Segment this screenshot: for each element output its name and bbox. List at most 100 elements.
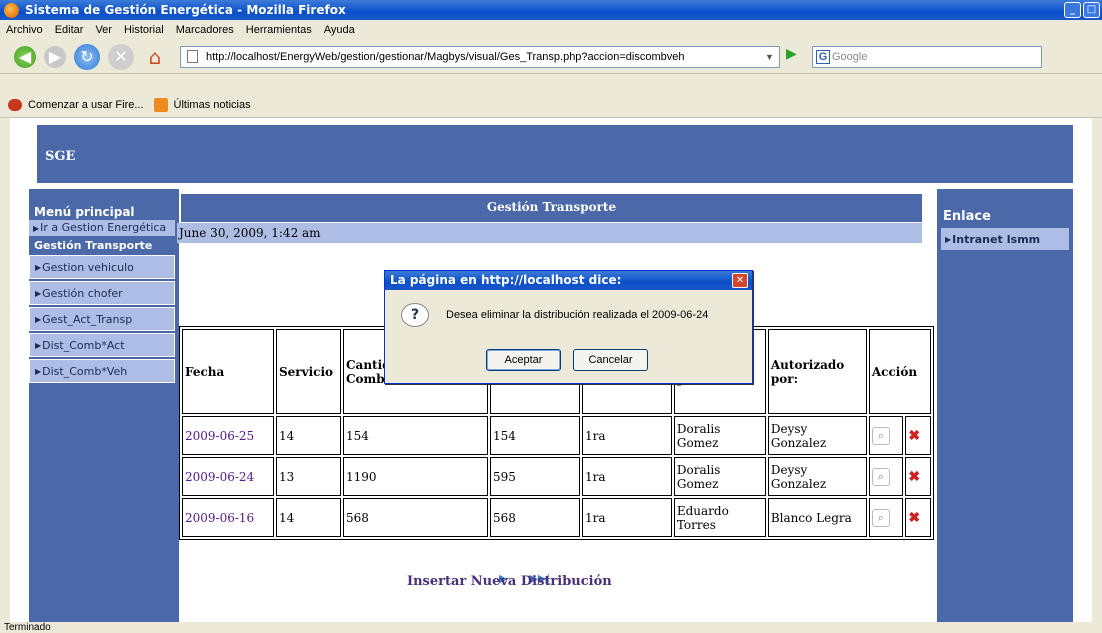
main-menu-heading: Menú principal	[34, 205, 135, 219]
magnifier-icon[interactable]: ⌕	[871, 508, 890, 527]
menu-ver[interactable]: Ver	[95, 24, 112, 36]
cell-delete: ✖	[905, 416, 931, 455]
home-button[interactable]: ⌂	[142, 44, 168, 70]
question-icon: ?	[401, 303, 429, 327]
cell-distribuido: Doralis Gomez	[673, 416, 766, 455]
bookmark-getting-started[interactable]: Comenzar a usar Fire...	[28, 99, 144, 111]
transport-section-heading: Gestión Transporte	[34, 239, 153, 252]
left-sidebar: Menú principal ▶Ir a Gestion Energética …	[29, 189, 179, 622]
cell-view: ⌕	[868, 498, 904, 537]
cell-fecha: 2009-06-25	[182, 416, 274, 455]
sidebar-item-gest-act-transp[interactable]: ▶ Gest_Act_Transp	[29, 307, 175, 331]
col-autorizado: Autorizado por:	[767, 329, 867, 414]
cell-autorizado: Deysy Gonzalez	[767, 457, 867, 496]
page-icon	[187, 50, 198, 63]
cell-hidden: 595	[490, 457, 580, 496]
menu-ayuda[interactable]: Ayuda	[324, 24, 355, 36]
firefox-bookmark-icon	[8, 98, 22, 111]
window-titlebar: Sistema de Gestión Energética - Mozilla …	[0, 0, 1102, 20]
cell-servicio: 13	[276, 457, 341, 496]
address-bar[interactable]: http://localhost/EnergyWeb/gestion/gesti…	[180, 45, 780, 68]
col-fecha: Fecha	[182, 329, 274, 414]
forward-button[interactable]: ▶	[44, 45, 66, 68]
search-input[interactable]: G Google	[812, 45, 1042, 68]
delete-icon[interactable]: ✖	[908, 510, 920, 526]
menu-herramientas[interactable]: Herramientas	[246, 24, 312, 36]
triangle-icon: ▶	[945, 234, 952, 244]
cell-hidden: 154	[490, 416, 580, 455]
delete-icon[interactable]: ✖	[908, 428, 920, 444]
link-energy-management[interactable]: ▶Ir a Gestion Energética	[29, 220, 175, 236]
cell-view: ⌕	[868, 416, 904, 455]
bookmark-latest-news[interactable]: Últimas noticias	[174, 99, 251, 111]
bookmarks-toolbar: Comenzar a usar Fire... Últimas noticias	[0, 92, 1102, 118]
cancel-button[interactable]: Cancelar	[573, 349, 648, 371]
sidebar-item-dist-comb-act[interactable]: ▶ Dist_Comb*Act	[29, 333, 175, 357]
cell-cantidad: 154	[343, 416, 488, 455]
right-sidebar: Enlace ▶ Intranet Ismm	[937, 189, 1073, 622]
maximize-button[interactable]: □	[1083, 2, 1100, 18]
cell-delete: ✖	[905, 457, 931, 496]
dialog-title: La página en http://localhost dice:	[390, 273, 622, 287]
cell-autorizado: Deysy Gonzalez	[767, 416, 867, 455]
link-intranet-ismm[interactable]: ▶ Intranet Ismm	[941, 228, 1069, 250]
cell-cantidad: 1190	[343, 457, 488, 496]
magnifier-icon[interactable]: ⌕	[871, 426, 890, 445]
cell-distribucion: 1ra	[582, 457, 672, 496]
cell-hidden: 568	[490, 498, 580, 537]
url-text[interactable]: http://localhost/EnergyWeb/gestion/gesti…	[206, 51, 765, 63]
magnifier-icon[interactable]: ⌕	[871, 467, 890, 486]
page-title: Gestión Transporte	[181, 194, 922, 222]
triangle-icon: ▶	[35, 366, 42, 376]
back-button[interactable]: ◀	[14, 45, 36, 68]
current-date: June 30, 2009, 1:42 am	[177, 223, 922, 243]
stop-button[interactable]: ✕	[108, 43, 134, 70]
table-row: 2009-06-25 14 154 154 1ra Doralis Gomez …	[182, 416, 931, 455]
links-heading: Enlace	[943, 209, 991, 224]
confirm-dialog: La página en http://localhost dice: ✕ ? …	[384, 270, 753, 384]
sidebar-item-gestion-vehiculo[interactable]: ▶ Gestion vehiculo	[29, 255, 175, 279]
menu-marcadores[interactable]: Marcadores	[176, 24, 234, 36]
minimize-button[interactable]: _	[1064, 2, 1081, 18]
menu-archivo[interactable]: Archivo	[6, 24, 43, 36]
dialog-titlebar: La página en http://localhost dice: ✕	[385, 271, 752, 290]
date-link[interactable]: 2009-06-16	[185, 511, 254, 525]
delete-icon[interactable]: ✖	[908, 469, 920, 485]
sidebar-item-dist-comb-veh[interactable]: ▶ Dist_Comb*Veh	[29, 359, 175, 383]
triangle-icon: ▶	[35, 340, 42, 350]
cell-view: ⌕	[868, 457, 904, 496]
triangle-icon: ▶	[35, 288, 42, 298]
cell-servicio: 14	[276, 498, 341, 537]
navigation-toolbar: ◀ ▶ ↻ ✕ ⌂ http://localhost/EnergyWeb/ges…	[0, 40, 1102, 74]
col-servicio: Servicio	[276, 329, 341, 414]
accept-button[interactable]: Aceptar	[486, 349, 561, 371]
cell-servicio: 14	[276, 416, 341, 455]
triangle-icon: ▶	[35, 314, 42, 324]
cell-distribucion: 1ra	[582, 416, 672, 455]
cell-cantidad: 568	[343, 498, 488, 537]
dialog-message: Desea eliminar la distribución realizada…	[446, 309, 709, 321]
rss-icon	[153, 97, 168, 112]
cell-delete: ✖	[905, 498, 931, 537]
google-icon[interactable]: G	[816, 49, 830, 64]
cell-distribuido: Doralis Gomez	[673, 457, 766, 496]
menu-editar[interactable]: Editar	[55, 24, 84, 36]
date-link[interactable]: 2009-06-24	[185, 470, 254, 484]
cell-fecha: 2009-06-16	[182, 498, 274, 537]
sidebar-item-gestion-chofer[interactable]: ▶ Gestión chofer	[29, 281, 175, 305]
date-link[interactable]: 2009-06-25	[185, 429, 254, 443]
cell-distribuido: Eduardo Torres	[673, 498, 766, 537]
cell-autorizado: Blanco Legra	[767, 498, 867, 537]
menu-bar: Archivo Editar Ver Historial Marcadores …	[0, 20, 1102, 40]
menu-historial[interactable]: Historial	[124, 24, 164, 36]
site-banner: SGE	[37, 125, 1073, 183]
triangle-icon: ▶	[33, 224, 40, 233]
go-button[interactable]: ▶	[786, 46, 804, 68]
reload-button[interactable]: ↻	[74, 43, 100, 70]
window-title: Sistema de Gestión Energética - Mozilla …	[25, 3, 346, 17]
close-icon[interactable]: ✕	[732, 273, 748, 288]
firefox-icon	[4, 2, 19, 18]
col-accion: Acción	[868, 329, 931, 414]
chevron-down-icon[interactable]: ▼	[765, 52, 779, 62]
insert-distribution-link[interactable]: Insertar Nueva Distribución	[407, 574, 612, 589]
